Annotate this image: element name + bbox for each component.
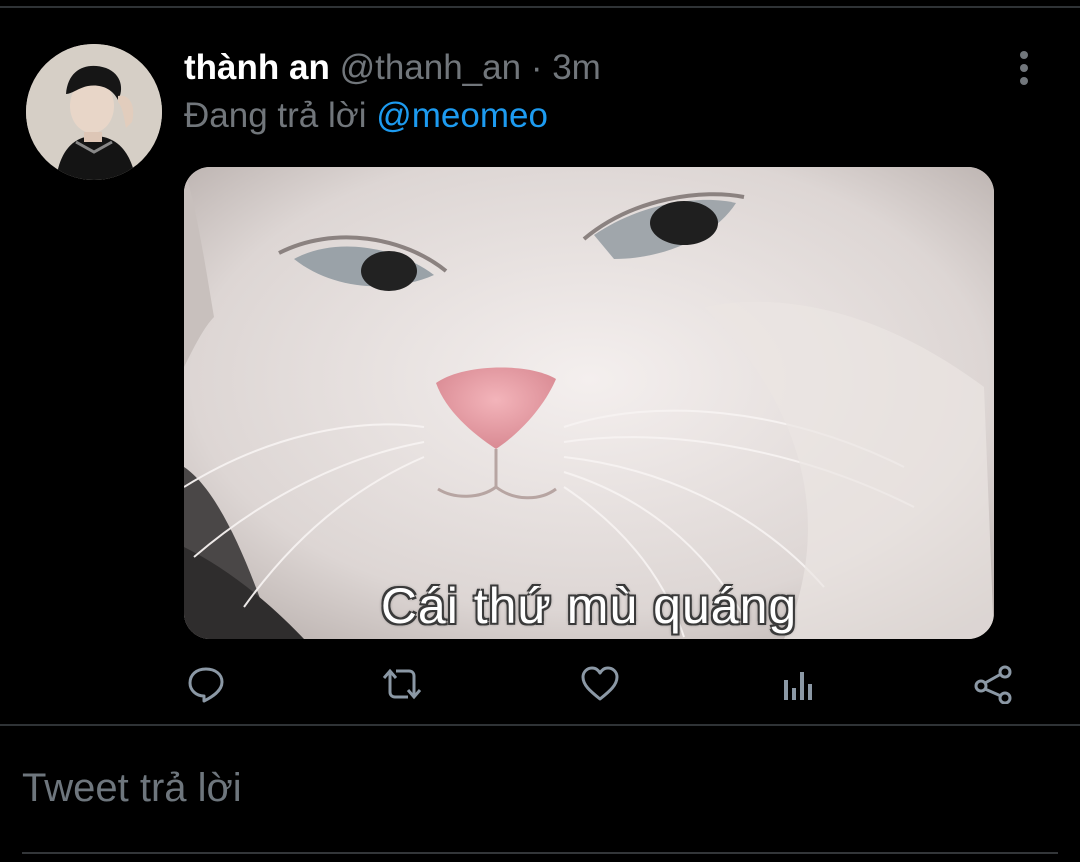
more-dot xyxy=(1020,51,1028,59)
section-divider xyxy=(0,724,1080,726)
top-divider xyxy=(0,6,1080,8)
tweet-media-image[interactable]: Cái thứ mù quáng xyxy=(184,167,994,639)
analytics-button[interactable] xyxy=(776,660,820,708)
mention-link[interactable]: @meomeo xyxy=(376,96,548,135)
avatar[interactable] xyxy=(26,44,162,180)
reply-button[interactable] xyxy=(184,660,228,708)
share-icon xyxy=(974,665,1012,704)
cat-photo xyxy=(184,167,994,639)
tweet-header: thành an @thanh_an · 3m xyxy=(184,48,601,88)
avatar-portrait xyxy=(26,44,162,180)
separator-dot: · xyxy=(530,48,543,87)
reply-icon xyxy=(188,667,224,703)
display-name[interactable]: thành an xyxy=(184,48,330,87)
tweet-timestamp[interactable]: 3m xyxy=(552,48,601,87)
retweet-icon xyxy=(382,668,422,700)
replying-prefix: Đang trả lời xyxy=(184,96,367,135)
reply-composer-input[interactable]: Tweet trả lời xyxy=(22,764,242,812)
media-caption: Cái thứ mù quáng xyxy=(380,578,798,634)
tweet-actions-bar xyxy=(184,660,1024,708)
like-button[interactable] xyxy=(578,660,622,708)
composer-underline xyxy=(22,852,1058,854)
more-dot xyxy=(1020,77,1028,85)
retweet-button[interactable] xyxy=(380,660,424,708)
share-button[interactable] xyxy=(972,660,1016,708)
analytics-icon xyxy=(784,672,812,700)
heart-icon xyxy=(581,666,619,701)
user-handle[interactable]: @thanh_an xyxy=(340,48,522,87)
replying-to-line: Đang trả lời @meomeo xyxy=(184,96,548,136)
more-dot xyxy=(1020,64,1028,72)
more-options-icon[interactable] xyxy=(1008,48,1040,88)
